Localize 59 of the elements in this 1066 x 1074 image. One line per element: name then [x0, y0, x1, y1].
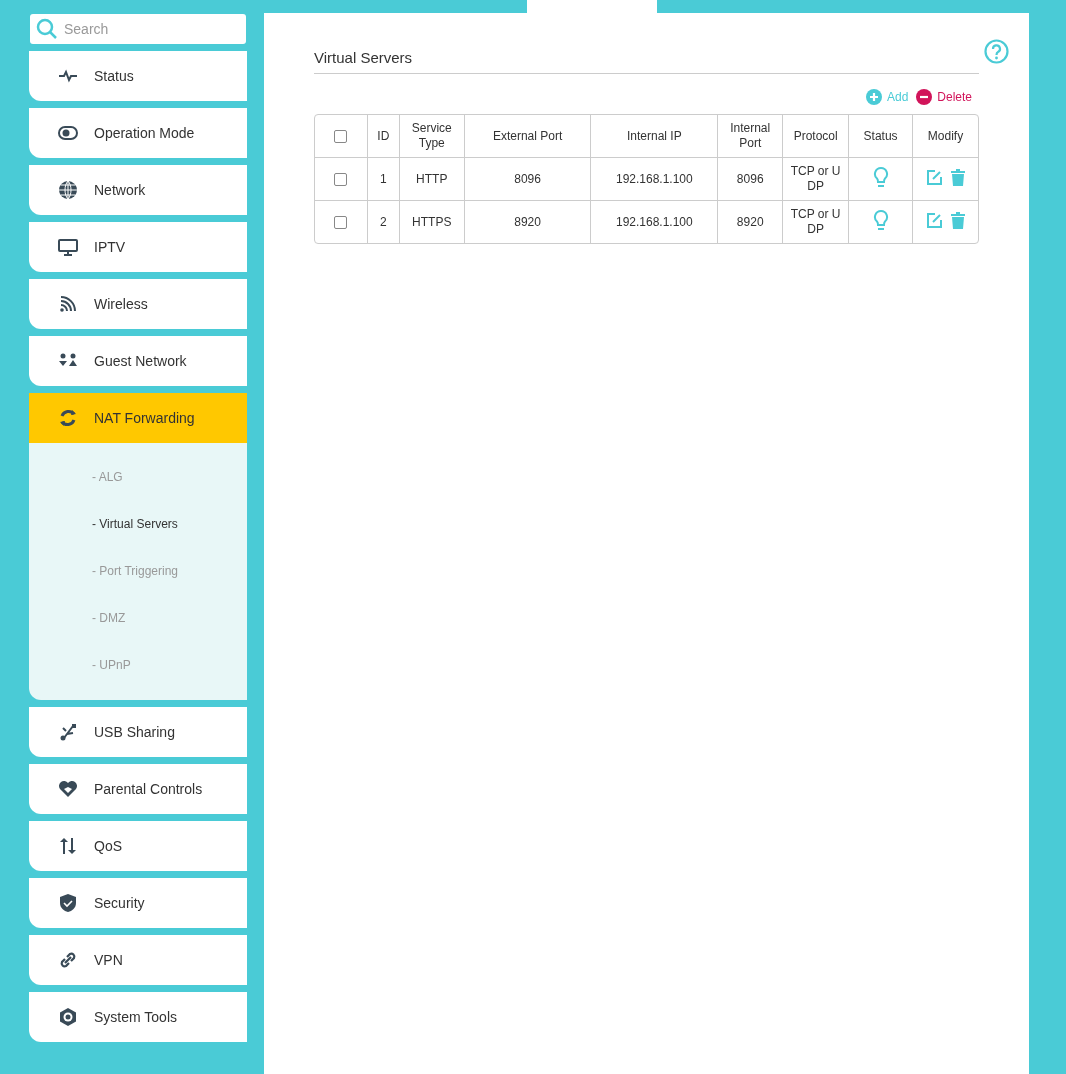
nav-item[interactable]: Operation Mode [29, 108, 247, 158]
trash-icon[interactable] [951, 211, 965, 229]
column-header: Status [849, 115, 913, 157]
usb-icon [58, 722, 78, 742]
table-cell: 1 [367, 157, 400, 200]
help-icon[interactable] [984, 39, 1009, 64]
shield-icon [58, 893, 78, 913]
heart-icon [58, 779, 78, 799]
nav-item[interactable]: USB Sharing [29, 707, 247, 757]
wifi-icon [58, 294, 78, 314]
column-header: Modify [926, 127, 965, 145]
edit-icon[interactable] [926, 168, 943, 186]
column-header: Internal IP [591, 115, 719, 157]
plus-icon [865, 89, 882, 105]
checkbox[interactable] [334, 172, 348, 186]
delete-link[interactable]: Delete [916, 89, 972, 105]
minus-icon [916, 89, 933, 105]
submenu-item[interactable]: - Virtual Servers [29, 500, 247, 547]
nav-item[interactable]: Security [29, 878, 247, 928]
column-header: External Port [464, 115, 592, 157]
column-header: Protocol [783, 115, 850, 157]
table-cell: TCP or U DP [783, 200, 850, 243]
nav-item[interactable]: VPN [29, 935, 247, 985]
search-field[interactable]: Search [30, 14, 246, 44]
table-cell: 8920 [464, 200, 592, 243]
column-header: Internal Port [718, 115, 784, 157]
link-icon [58, 950, 78, 970]
edit-icon[interactable] [926, 211, 943, 229]
checkbox[interactable] [334, 129, 348, 143]
table-cell: 8096 [718, 157, 784, 200]
nav-item[interactable]: IPTV [29, 222, 247, 272]
nav-item[interactable]: NAT Forwarding [29, 393, 247, 443]
globe-icon [58, 180, 78, 200]
refresh-icon [58, 408, 78, 428]
nav-item[interactable]: Network [29, 165, 247, 215]
nav-item[interactable]: Parental Controls [29, 764, 247, 814]
nav-item[interactable]: Guest Network [29, 336, 247, 386]
monitor-icon [58, 237, 78, 257]
table-cell: TCP or U DP [783, 157, 850, 200]
trash-icon[interactable] [951, 168, 965, 186]
table-cell: 192.168.1.100 [591, 157, 719, 200]
nav-item[interactable]: QoS [29, 821, 247, 871]
gear-icon [58, 1007, 78, 1027]
tab-edge[interactable] [527, 0, 657, 13]
table-cell: 8096 [464, 157, 592, 200]
section-title: Virtual Servers [314, 49, 979, 74]
table-cell: 8920 [718, 200, 784, 243]
table-cell: 2 [367, 200, 400, 243]
nav-item[interactable]: System Tools [29, 992, 247, 1042]
nav-item[interactable]: Wireless [29, 279, 247, 329]
table-cell: HTTPS [399, 200, 465, 243]
table-cell: HTTP [399, 157, 465, 200]
column-header: ID [367, 115, 400, 157]
arrows-icon [58, 836, 78, 856]
table-cell: 192.168.1.100 [591, 200, 719, 243]
column-header: Service Type [399, 115, 465, 157]
toggle-icon [58, 123, 78, 143]
nav-item[interactable]: Status [29, 51, 247, 101]
checkbox[interactable] [334, 215, 348, 229]
